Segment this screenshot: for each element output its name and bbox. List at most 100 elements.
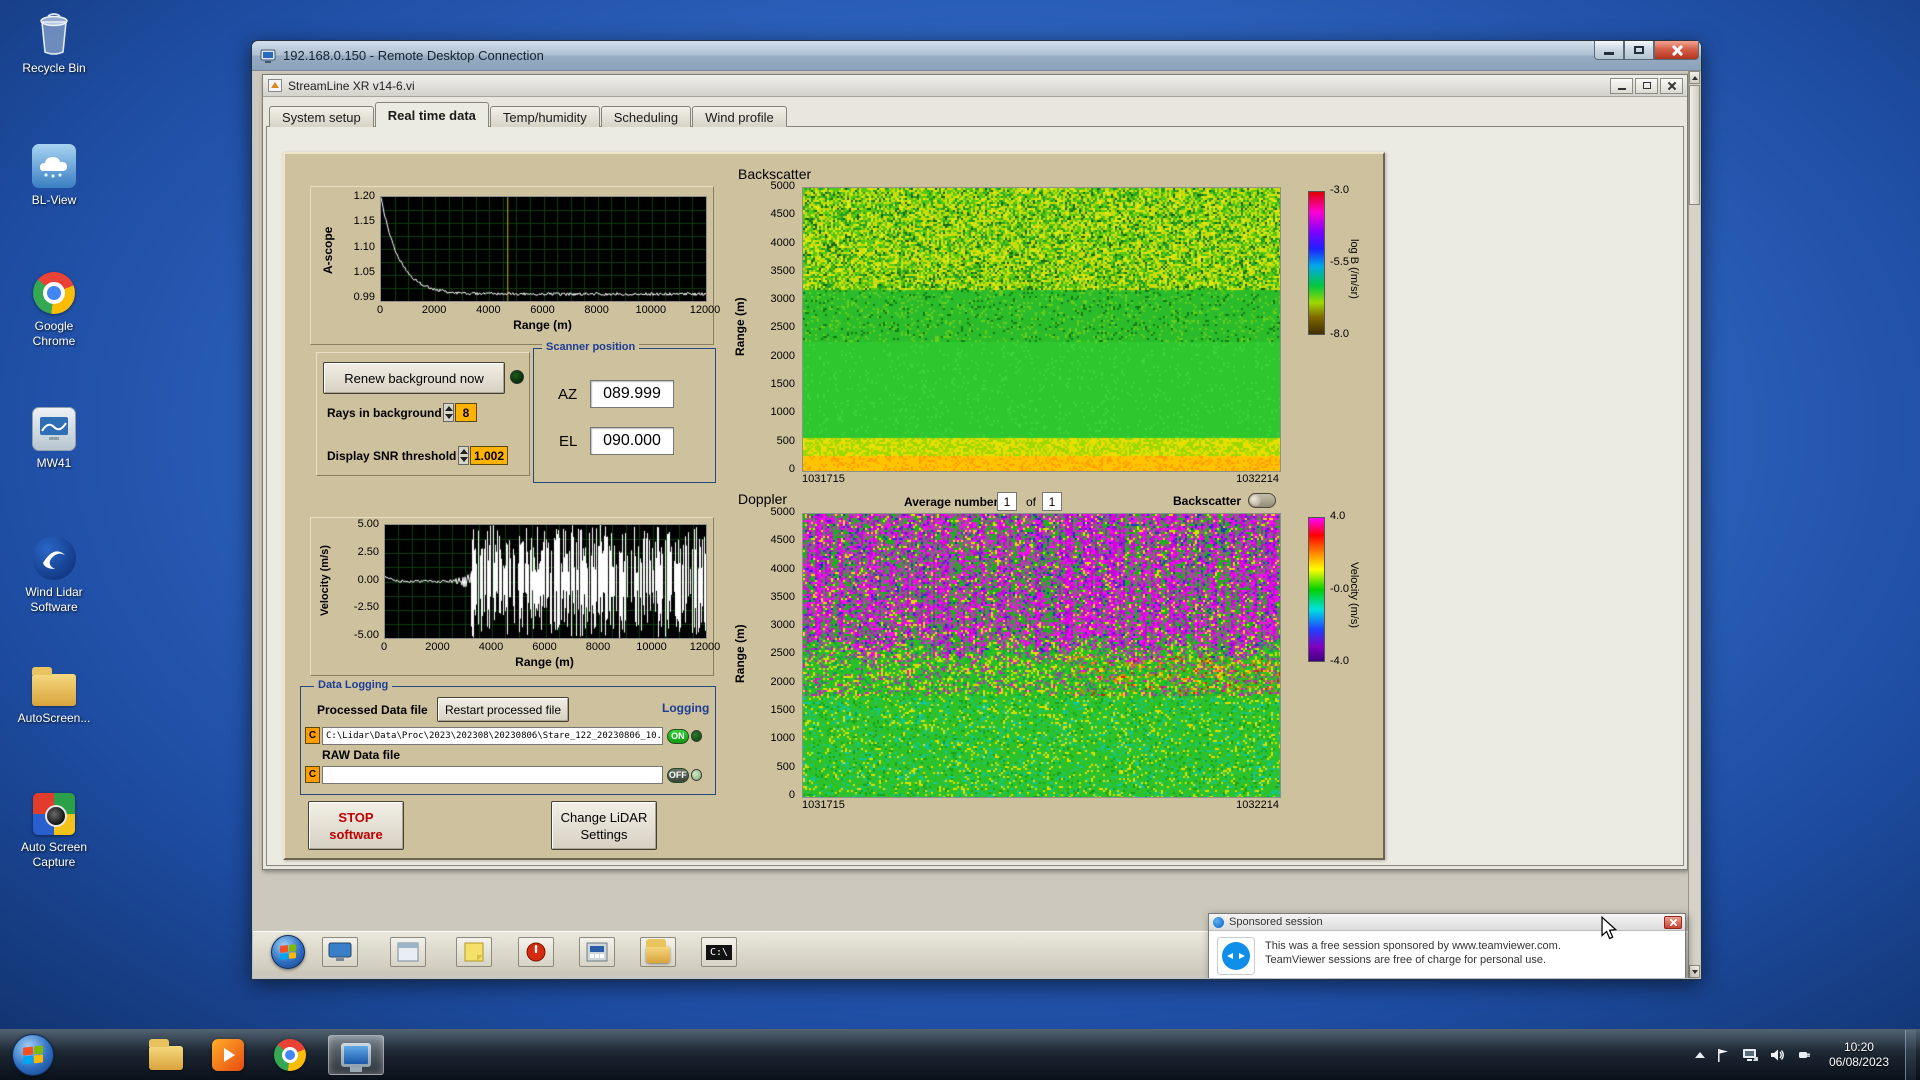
folder-icon xyxy=(646,946,670,963)
scanner-position-group: Scanner position AZ 089.999 EL 090.000 xyxy=(533,348,716,483)
taskbar-chrome-button[interactable] xyxy=(266,1035,314,1075)
remote-taskbar-window-app[interactable] xyxy=(390,937,426,967)
ascope-y-ticks: 1.20 1.15 1.10 1.05 0.99 xyxy=(339,191,375,303)
tick-label: 4000 xyxy=(476,304,500,316)
teamviewer-close-button[interactable] xyxy=(1664,916,1682,929)
remote-taskbar-folder[interactable] xyxy=(640,937,676,967)
wind-lidar-icon xyxy=(32,536,76,580)
tick-label: 2000 xyxy=(771,677,795,688)
action-center-flag-icon[interactable] xyxy=(1715,1047,1732,1064)
chrome-icon xyxy=(33,272,75,314)
raw-drive-selector[interactable]: C xyxy=(305,766,320,783)
app-minimize-button[interactable] xyxy=(1610,78,1633,94)
taskbar-ie-button[interactable] xyxy=(80,1035,128,1075)
rays-spinner[interactable] xyxy=(443,403,454,422)
minimize-icon xyxy=(1618,88,1626,90)
tick-label: -5.00 xyxy=(354,630,379,641)
taskbar-explorer-button[interactable] xyxy=(142,1035,190,1075)
taskbar-rdp-button[interactable] xyxy=(328,1035,384,1075)
desktop-icon-autoscreen-folder[interactable]: AutoScreen... xyxy=(2,665,106,726)
snr-spinner[interactable] xyxy=(458,446,469,465)
scroll-up-icon[interactable] xyxy=(1689,71,1700,84)
button-label: software xyxy=(329,826,382,843)
close-icon xyxy=(1667,81,1676,90)
taskbar-media-player-button[interactable] xyxy=(204,1035,252,1075)
rest art-processed-file-button[interactable]: Restart processed file xyxy=(437,697,569,722)
processed-file-path[interactable]: C:\Lidar\Data\Proc\2023\202308\20230806\… xyxy=(322,727,663,745)
tick-label: 0 xyxy=(789,464,795,475)
rdp-scrollbar[interactable] xyxy=(1688,71,1700,978)
tick-label: 1.20 xyxy=(354,191,375,202)
desktop-icon-label: Wind Lidar Software xyxy=(16,585,92,615)
rdp-minimize-button[interactable] xyxy=(1594,41,1624,60)
tab-scheduling[interactable]: Scheduling xyxy=(601,106,691,127)
app-maximize-button[interactable] xyxy=(1635,78,1658,94)
processed-logging-toggle[interactable]: ON xyxy=(667,726,702,746)
change-lidar-settings-button[interactable]: Change LiDAR Settings xyxy=(551,801,657,850)
windows-flag-icon xyxy=(23,1045,43,1064)
tab-real-time-data[interactable]: Real time data xyxy=(375,102,489,127)
tick-label: 4.0 xyxy=(1330,511,1345,522)
desktop-icon-label: Recycle Bin xyxy=(22,61,85,76)
show-desktop-button[interactable] xyxy=(1905,1030,1916,1080)
velocity-graph: Velocity (m/s) 5.00 2.50 0.00 -2.50 -5.00 02… xyxy=(310,517,714,676)
teamviewer-logo-icon xyxy=(1217,937,1255,975)
desktop-icon-label: Auto Screen Capture xyxy=(16,840,92,870)
tab-temp-humidity[interactable]: Temp/humidity xyxy=(490,106,600,127)
doppler-x-range: 1031715 1032214 xyxy=(802,799,1279,811)
raw-logging-toggle[interactable]: OFF xyxy=(667,765,702,785)
stop-software-button[interactable]: STOP software xyxy=(308,801,404,850)
rdp-close-button[interactable] xyxy=(1654,41,1699,60)
tick-label: 0.99 xyxy=(354,292,375,303)
mw41-icon xyxy=(32,407,76,451)
remote-taskbar-power-app[interactable] xyxy=(518,937,554,967)
backscatter-colorbar-ticks: -3.0 -5.5 -8.0 xyxy=(1330,185,1349,340)
renew-background-button[interactable]: Renew background now xyxy=(323,362,505,394)
rdp-maximize-button[interactable] xyxy=(1624,41,1654,60)
rdp-titlebar[interactable]: 192.168.0.150 - Remote Desktop Connectio… xyxy=(252,41,1701,71)
velocity-y-axis-label: Velocity (m/s) xyxy=(319,535,331,627)
tick-label: 3500 xyxy=(771,266,795,277)
volume-icon[interactable] xyxy=(1769,1047,1786,1064)
average-number-field[interactable]: 1 xyxy=(997,492,1017,511)
scroll-down-icon[interactable] xyxy=(1689,965,1700,978)
desktop-icon-bl-view[interactable]: BL-View xyxy=(2,144,106,208)
rays-value-field[interactable]: 8 xyxy=(455,403,477,422)
desktop-icon-wind-lidar[interactable]: Wind Lidar Software xyxy=(2,536,106,615)
remote-taskbar-display-app[interactable] xyxy=(322,937,358,967)
network-display-icon[interactable] xyxy=(1742,1047,1759,1064)
snr-value-field[interactable]: 1.002 xyxy=(470,446,508,465)
desktop-icon-auto-screen-capture[interactable]: Auto Screen Capture xyxy=(2,793,106,870)
el-field[interactable]: 090.000 xyxy=(590,427,674,455)
remote-taskbar-notes-app[interactable] xyxy=(456,937,492,967)
tick-label: 4000 xyxy=(771,564,795,575)
tab-wind-profile[interactable]: Wind profile xyxy=(692,106,787,127)
tick-label: -3.0 xyxy=(1330,185,1349,196)
ascope-y-axis-label: A-scope xyxy=(321,213,335,287)
start-button[interactable] xyxy=(12,1034,54,1076)
doppler-y-ticks: 5000 4500 4000 3500 3000 2500 2000 1500 1000 500 0 xyxy=(743,507,795,801)
teamviewer-popup-titlebar[interactable]: Sponsored session xyxy=(1209,914,1685,931)
raw-file-path[interactable] xyxy=(322,766,663,784)
show-hidden-icons-button[interactable] xyxy=(1695,1052,1705,1058)
desktop: Recycle Bin BL-View Google Chrome MW41 W… xyxy=(0,0,1920,1029)
az-field[interactable]: 089.999 xyxy=(590,380,674,408)
tab-system-setup[interactable]: System setup xyxy=(269,106,374,127)
scrollbar-thumb[interactable] xyxy=(1689,85,1700,205)
tick-label: 6000 xyxy=(532,641,556,653)
processed-drive-selector[interactable]: C xyxy=(305,727,320,744)
tick-label: 1500 xyxy=(771,379,795,390)
desktop-icon-mw41[interactable]: MW41 xyxy=(2,407,106,471)
power-plug-icon[interactable] xyxy=(1796,1047,1813,1064)
remote-taskbar-cmd[interactable]: C:\ xyxy=(701,937,737,967)
app-titlebar[interactable]: StreamLine XR v14-6.vi xyxy=(263,75,1687,97)
remote-start-button[interactable] xyxy=(271,935,305,969)
backscatter-toggle[interactable] xyxy=(1248,493,1276,508)
backscatter-colorbar xyxy=(1308,191,1325,335)
taskbar-clock[interactable]: 10:20 06/08/2023 xyxy=(1823,1040,1895,1070)
desktop-icon-recycle-bin[interactable]: Recycle Bin xyxy=(2,10,106,76)
desktop-icon-google-chrome[interactable]: Google Chrome xyxy=(2,272,106,349)
app-close-button[interactable] xyxy=(1660,78,1683,94)
remote-taskbar-capture-app[interactable] xyxy=(579,937,615,967)
average-count-field[interactable]: 1 xyxy=(1042,492,1062,511)
